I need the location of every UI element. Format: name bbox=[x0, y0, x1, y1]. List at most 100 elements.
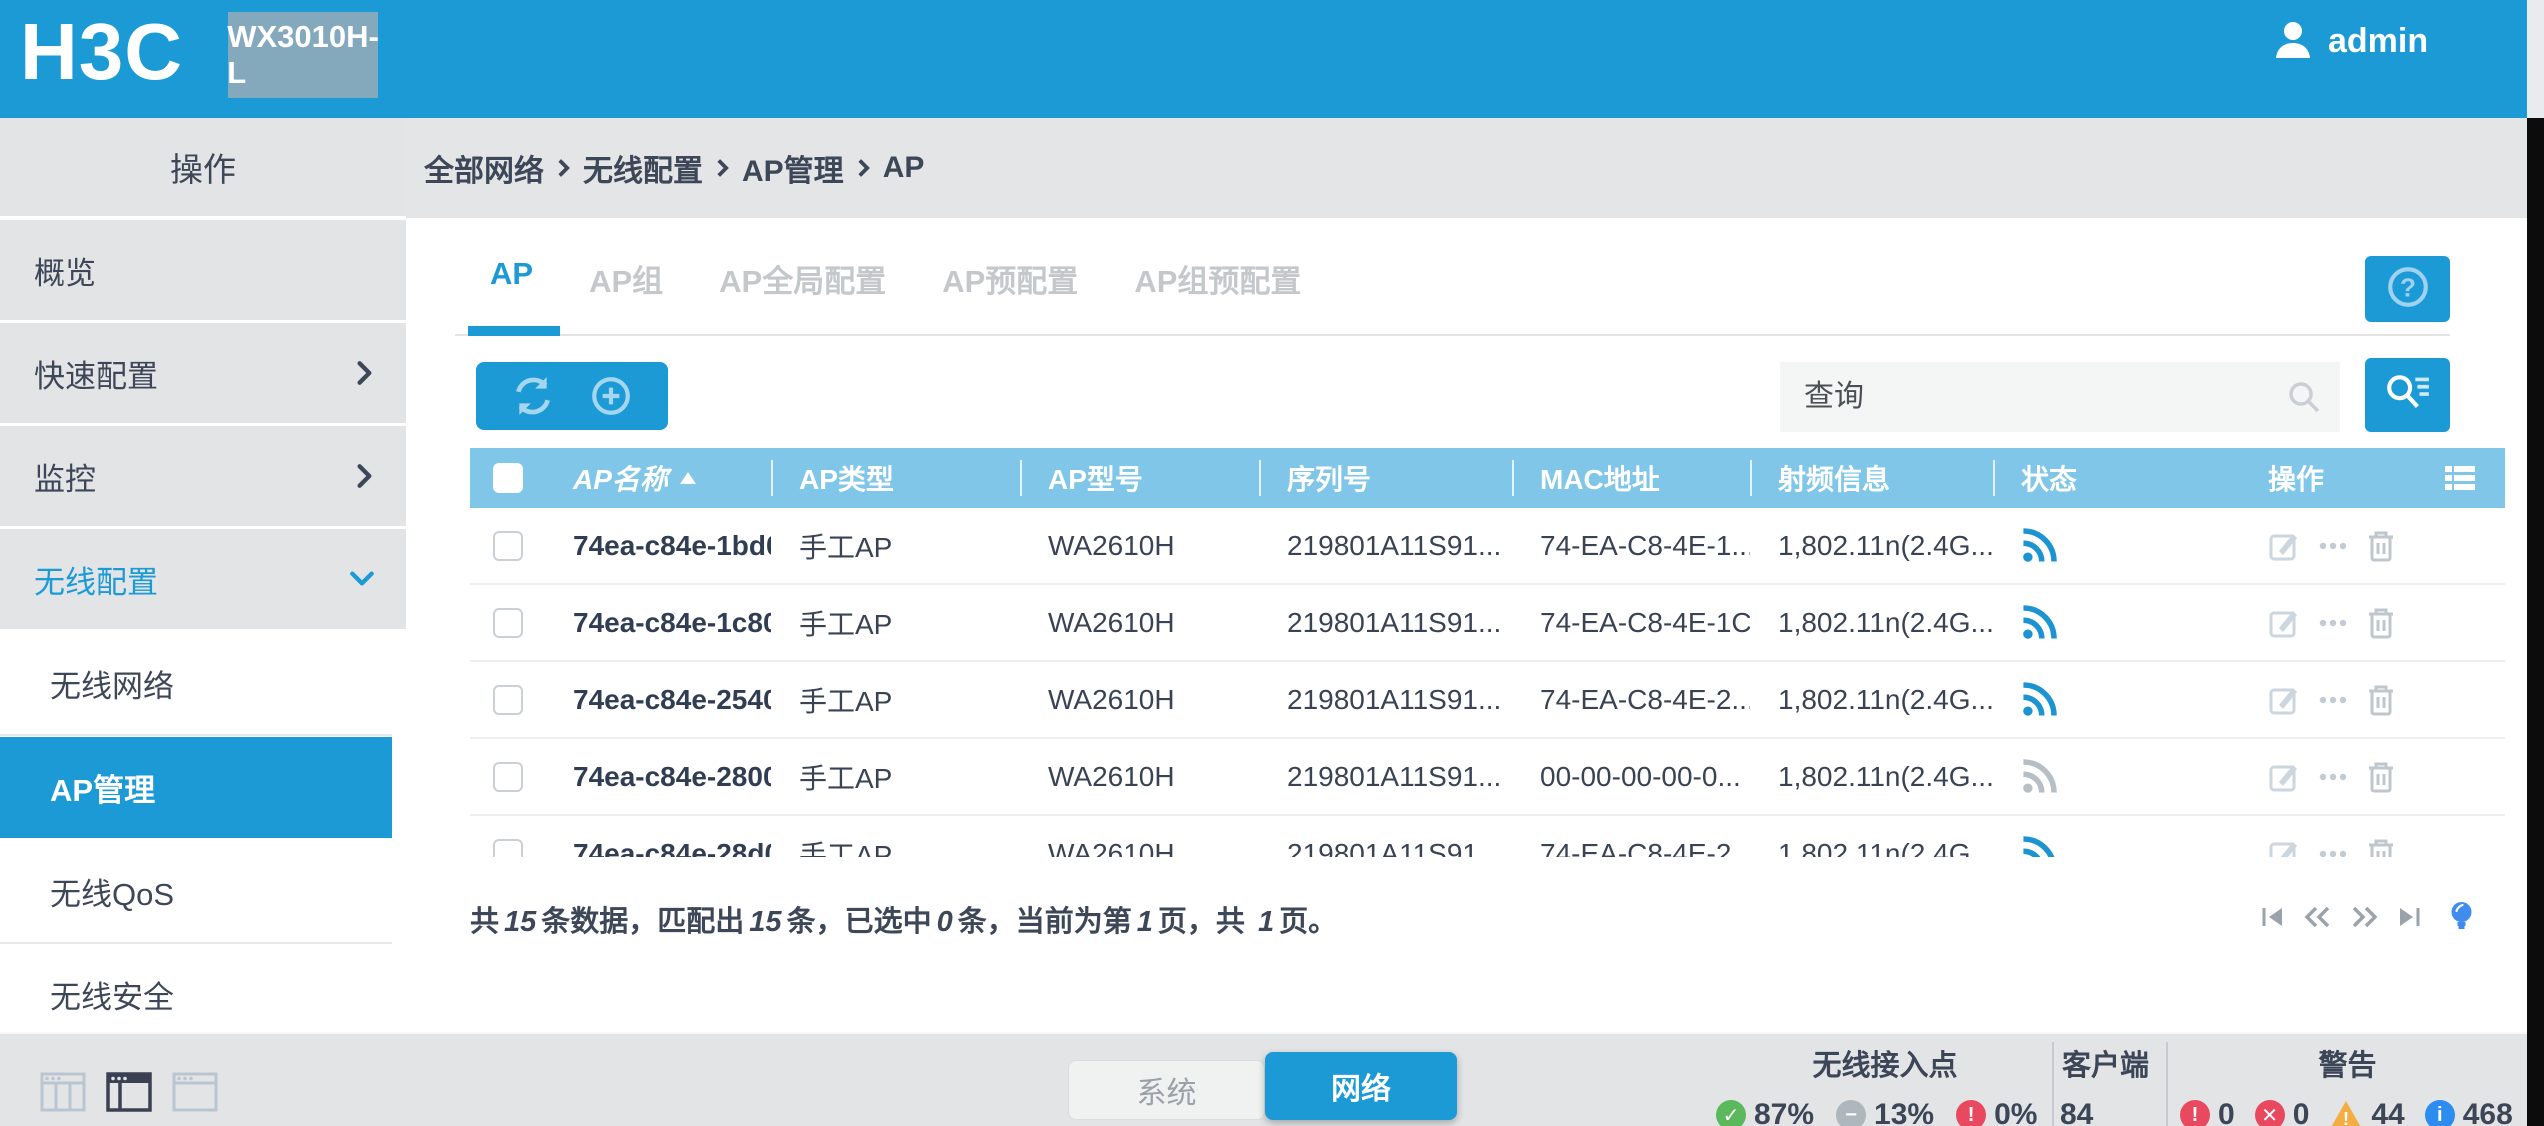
right-edge-strip-bottom bbox=[2527, 118, 2544, 1126]
help-button[interactable]: ? bbox=[2365, 256, 2450, 322]
sidebar-main-menu: 概览快速配置监控无线配置 bbox=[0, 220, 406, 629]
search-input[interactable] bbox=[1780, 379, 2286, 415]
add-button[interactable] bbox=[589, 374, 633, 418]
breadcrumb-item[interactable]: 全部网络 bbox=[424, 146, 544, 190]
tab-ap[interactable]: AP bbox=[490, 256, 533, 301]
column-header-5[interactable]: 射频信息 bbox=[1750, 448, 1993, 508]
tab-ap-preprovision[interactable]: AP预配置 bbox=[942, 256, 1078, 301]
row-checkbox[interactable] bbox=[493, 685, 523, 715]
breadcrumb-item[interactable]: AP bbox=[883, 151, 925, 185]
column-header-1[interactable]: AP类型 bbox=[771, 448, 1020, 508]
refresh-button[interactable] bbox=[511, 374, 555, 418]
sidebar: 操作 概览快速配置监控无线配置 无线网络 AP管理无线QoS无线安全 bbox=[0, 118, 406, 1032]
svg-text:?: ? bbox=[2400, 272, 2416, 302]
column-settings-icon[interactable] bbox=[2443, 463, 2477, 493]
edit-icon[interactable] bbox=[2268, 530, 2300, 562]
sidebar-section-title: 操作 bbox=[0, 118, 406, 216]
row-checkbox[interactable] bbox=[493, 531, 523, 561]
edit-icon[interactable] bbox=[2268, 607, 2300, 639]
sort-asc-icon[interactable] bbox=[680, 472, 696, 484]
column-header-6[interactable]: 状态 bbox=[1993, 448, 2240, 508]
column-header-0[interactable]: AP名称 bbox=[545, 448, 771, 508]
edit-icon[interactable] bbox=[2268, 838, 2300, 858]
prev-page-icon[interactable] bbox=[2302, 902, 2334, 932]
delete-icon[interactable] bbox=[2366, 606, 2396, 640]
select-all-checkbox[interactable] bbox=[493, 463, 523, 493]
tab-active-indicator bbox=[468, 326, 560, 336]
serial-cell: 219801A11S91... bbox=[1259, 530, 1512, 562]
breadcrumb-item[interactable]: 无线配置 bbox=[583, 146, 703, 190]
sidebar-item-label: AP管理 bbox=[50, 765, 155, 810]
layout-full-icon[interactable] bbox=[172, 1072, 218, 1112]
more-actions-icon[interactable] bbox=[2316, 530, 2350, 562]
advanced-search-icon bbox=[2384, 372, 2432, 419]
sidebar-item-wireless-network[interactable]: 无线网络 bbox=[0, 633, 392, 736]
user-menu[interactable]: admin bbox=[2272, 18, 2428, 65]
edit-icon[interactable] bbox=[2268, 684, 2300, 716]
next-page-icon[interactable] bbox=[2348, 902, 2380, 932]
mac-cell: 74-EA-C8-4E-1C... bbox=[1512, 607, 1750, 639]
sidebar-item-overview[interactable]: 概览 bbox=[0, 220, 406, 320]
sidebar-item-wireless-security[interactable]: 无线安全 bbox=[0, 944, 392, 1032]
view-tab-system[interactable]: 系统 bbox=[1068, 1060, 1265, 1120]
sidebar-item-ap-management[interactable]: AP管理 bbox=[0, 737, 392, 838]
stat-metric: ✕0 bbox=[2255, 1098, 2310, 1126]
breadcrumb-item[interactable]: AP管理 bbox=[742, 146, 844, 190]
pagination-text: 条，已选中 bbox=[787, 906, 932, 938]
ap-model-cell: WA2610H bbox=[1020, 838, 1259, 858]
more-actions-icon[interactable] bbox=[2316, 607, 2350, 639]
device-model-badge: WX3010H-L bbox=[228, 12, 378, 98]
tab-ap-global-config[interactable]: AP全局配置 bbox=[719, 256, 886, 301]
stat-metric: !0 bbox=[2180, 1098, 2235, 1126]
sidebar-item-wireless-qos[interactable]: 无线QoS bbox=[0, 841, 392, 944]
column-header-4[interactable]: MAC地址 bbox=[1512, 448, 1750, 508]
delete-icon[interactable] bbox=[2366, 837, 2396, 858]
wifi-online-icon bbox=[2019, 834, 2059, 858]
stat-value: 87% bbox=[1754, 1098, 1814, 1126]
ap-type-cell: 手工AP bbox=[771, 526, 1020, 566]
row-actions-cell bbox=[2240, 683, 2505, 717]
row-checkbox[interactable] bbox=[493, 839, 523, 858]
column-header-label: AP名称 bbox=[573, 458, 668, 498]
view-tab-network[interactable]: 网络 bbox=[1265, 1052, 1457, 1120]
edit-icon[interactable] bbox=[2268, 761, 2300, 793]
pager bbox=[2258, 900, 2475, 934]
column-header-7[interactable]: 操作 bbox=[2240, 448, 2505, 508]
mac-cell: 74-EA-C8-4E-2... bbox=[1512, 684, 1750, 716]
tip-bulb-icon[interactable] bbox=[2448, 900, 2475, 934]
radio-cell: 1,802.11n(2.4G... bbox=[1750, 684, 1993, 716]
more-actions-icon[interactable] bbox=[2316, 838, 2350, 858]
h3c-logo: H3C bbox=[20, 6, 183, 98]
top-header-bar: H3C WX3010H-L admin bbox=[0, 0, 2527, 118]
column-header-3[interactable]: 序列号 bbox=[1259, 448, 1512, 508]
first-page-icon[interactable] bbox=[2258, 902, 2288, 932]
more-actions-icon[interactable] bbox=[2316, 761, 2350, 793]
last-page-icon[interactable] bbox=[2394, 902, 2424, 932]
tab-ap-group[interactable]: AP组 bbox=[589, 256, 663, 301]
column-header-2[interactable]: AP型号 bbox=[1020, 448, 1259, 508]
sidebar-item-monitor[interactable]: 监控 bbox=[0, 426, 406, 526]
row-checkbox[interactable] bbox=[493, 762, 523, 792]
sidebar-item-quick-setup[interactable]: 快速配置 bbox=[0, 323, 406, 423]
view-tab-system-label: 系统 bbox=[1137, 1068, 1197, 1112]
serial-cell: 219801A11S91... bbox=[1259, 607, 1512, 639]
delete-icon[interactable] bbox=[2366, 529, 2396, 563]
delete-icon[interactable] bbox=[2366, 760, 2396, 794]
more-actions-icon[interactable] bbox=[2316, 684, 2350, 716]
row-checkbox[interactable] bbox=[493, 608, 523, 638]
sidebar-item-label: 快速配置 bbox=[34, 351, 354, 396]
view-tab-network-label: 网络 bbox=[1331, 1064, 1391, 1108]
table-header-row: AP名称 AP类型 AP型号序列号MAC地址射频信息状态操作 bbox=[470, 448, 2505, 508]
tab-ap-group-preprovision[interactable]: AP组预配置 bbox=[1134, 256, 1301, 301]
delete-icon[interactable] bbox=[2366, 683, 2396, 717]
sidebar-item-wireless-config[interactable]: 无线配置 bbox=[0, 529, 406, 629]
mac-cell: 74-EA-C8-4E-2... bbox=[1512, 838, 1750, 858]
sidebar-submenu: 无线网络 AP管理无线QoS无线安全 bbox=[0, 633, 392, 1032]
layout-columns-icon[interactable] bbox=[40, 1072, 86, 1112]
layout-sidebar-icon[interactable] bbox=[106, 1072, 152, 1112]
wifi-online-icon bbox=[2019, 603, 2059, 643]
advanced-search-button[interactable] bbox=[2365, 358, 2450, 432]
search-icon bbox=[2286, 379, 2322, 415]
column-header-label: AP类型 bbox=[799, 458, 894, 498]
sidebar-item-label: 概览 bbox=[34, 248, 376, 293]
